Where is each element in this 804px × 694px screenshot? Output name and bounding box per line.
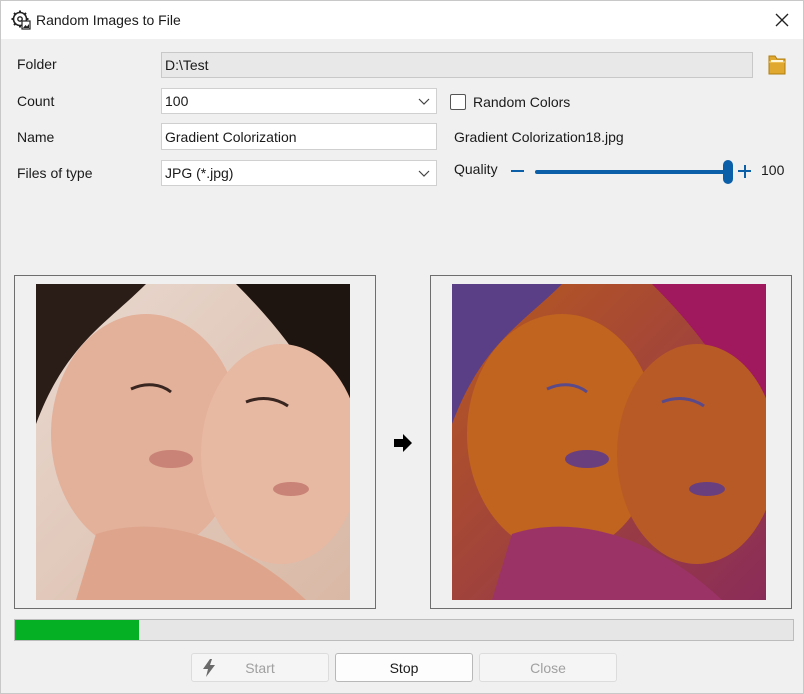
output-filename: Gradient Colorization18.jpg xyxy=(454,129,624,145)
count-value: 100 xyxy=(165,93,189,109)
gear-image-icon xyxy=(11,10,31,30)
arrow-right-icon xyxy=(394,434,412,452)
quality-label: Quality xyxy=(454,161,498,177)
count-select[interactable]: 100 xyxy=(161,88,437,114)
close-window-button[interactable] xyxy=(761,1,803,39)
result-image xyxy=(452,284,766,600)
window-title: Random Images to File xyxy=(36,12,181,28)
name-input[interactable]: Gradient Colorization xyxy=(161,123,437,150)
progress-fill xyxy=(15,620,140,640)
random-colors-label: Random Colors xyxy=(473,94,571,110)
result-preview-panel xyxy=(430,275,792,609)
dialog-window: Random Images to File Folder D:\Test Cou… xyxy=(0,0,804,694)
name-value: Gradient Colorization xyxy=(165,128,297,145)
folder-value: D:\Test xyxy=(165,57,209,73)
stop-button-label: Stop xyxy=(389,659,419,676)
folder-label: Folder xyxy=(17,56,57,72)
source-image xyxy=(36,284,350,600)
quality-slider-track[interactable] xyxy=(535,170,730,174)
lightning-icon xyxy=(203,659,215,677)
progress-bar xyxy=(14,619,794,641)
filetype-select[interactable]: JPG (*.jpg) xyxy=(161,160,437,186)
chevron-down-icon xyxy=(418,170,430,177)
name-label: Name xyxy=(17,129,55,145)
folder-open-icon[interactable] xyxy=(765,52,789,78)
folder-field[interactable]: D:\Test xyxy=(161,52,753,78)
close-icon xyxy=(775,13,789,27)
start-button-label: Start xyxy=(245,659,275,676)
count-label: Count xyxy=(17,93,55,109)
filetype-label: Files of type xyxy=(17,165,93,181)
random-colors-checkbox[interactable] xyxy=(450,94,466,110)
filetype-value: JPG (*.jpg) xyxy=(165,165,234,181)
close-button[interactable]: Close xyxy=(479,653,617,682)
quality-slider-thumb[interactable] xyxy=(723,160,733,184)
close-button-label: Close xyxy=(530,659,566,676)
source-preview-panel xyxy=(14,275,376,609)
start-button[interactable]: Start xyxy=(191,653,329,682)
plus-icon xyxy=(743,164,746,178)
quality-decrease-button[interactable] xyxy=(511,170,524,172)
stop-button[interactable]: Stop xyxy=(335,653,473,682)
title-bar: Random Images to File xyxy=(1,1,803,39)
quality-value: 100 xyxy=(761,162,785,178)
chevron-down-icon xyxy=(418,98,430,105)
